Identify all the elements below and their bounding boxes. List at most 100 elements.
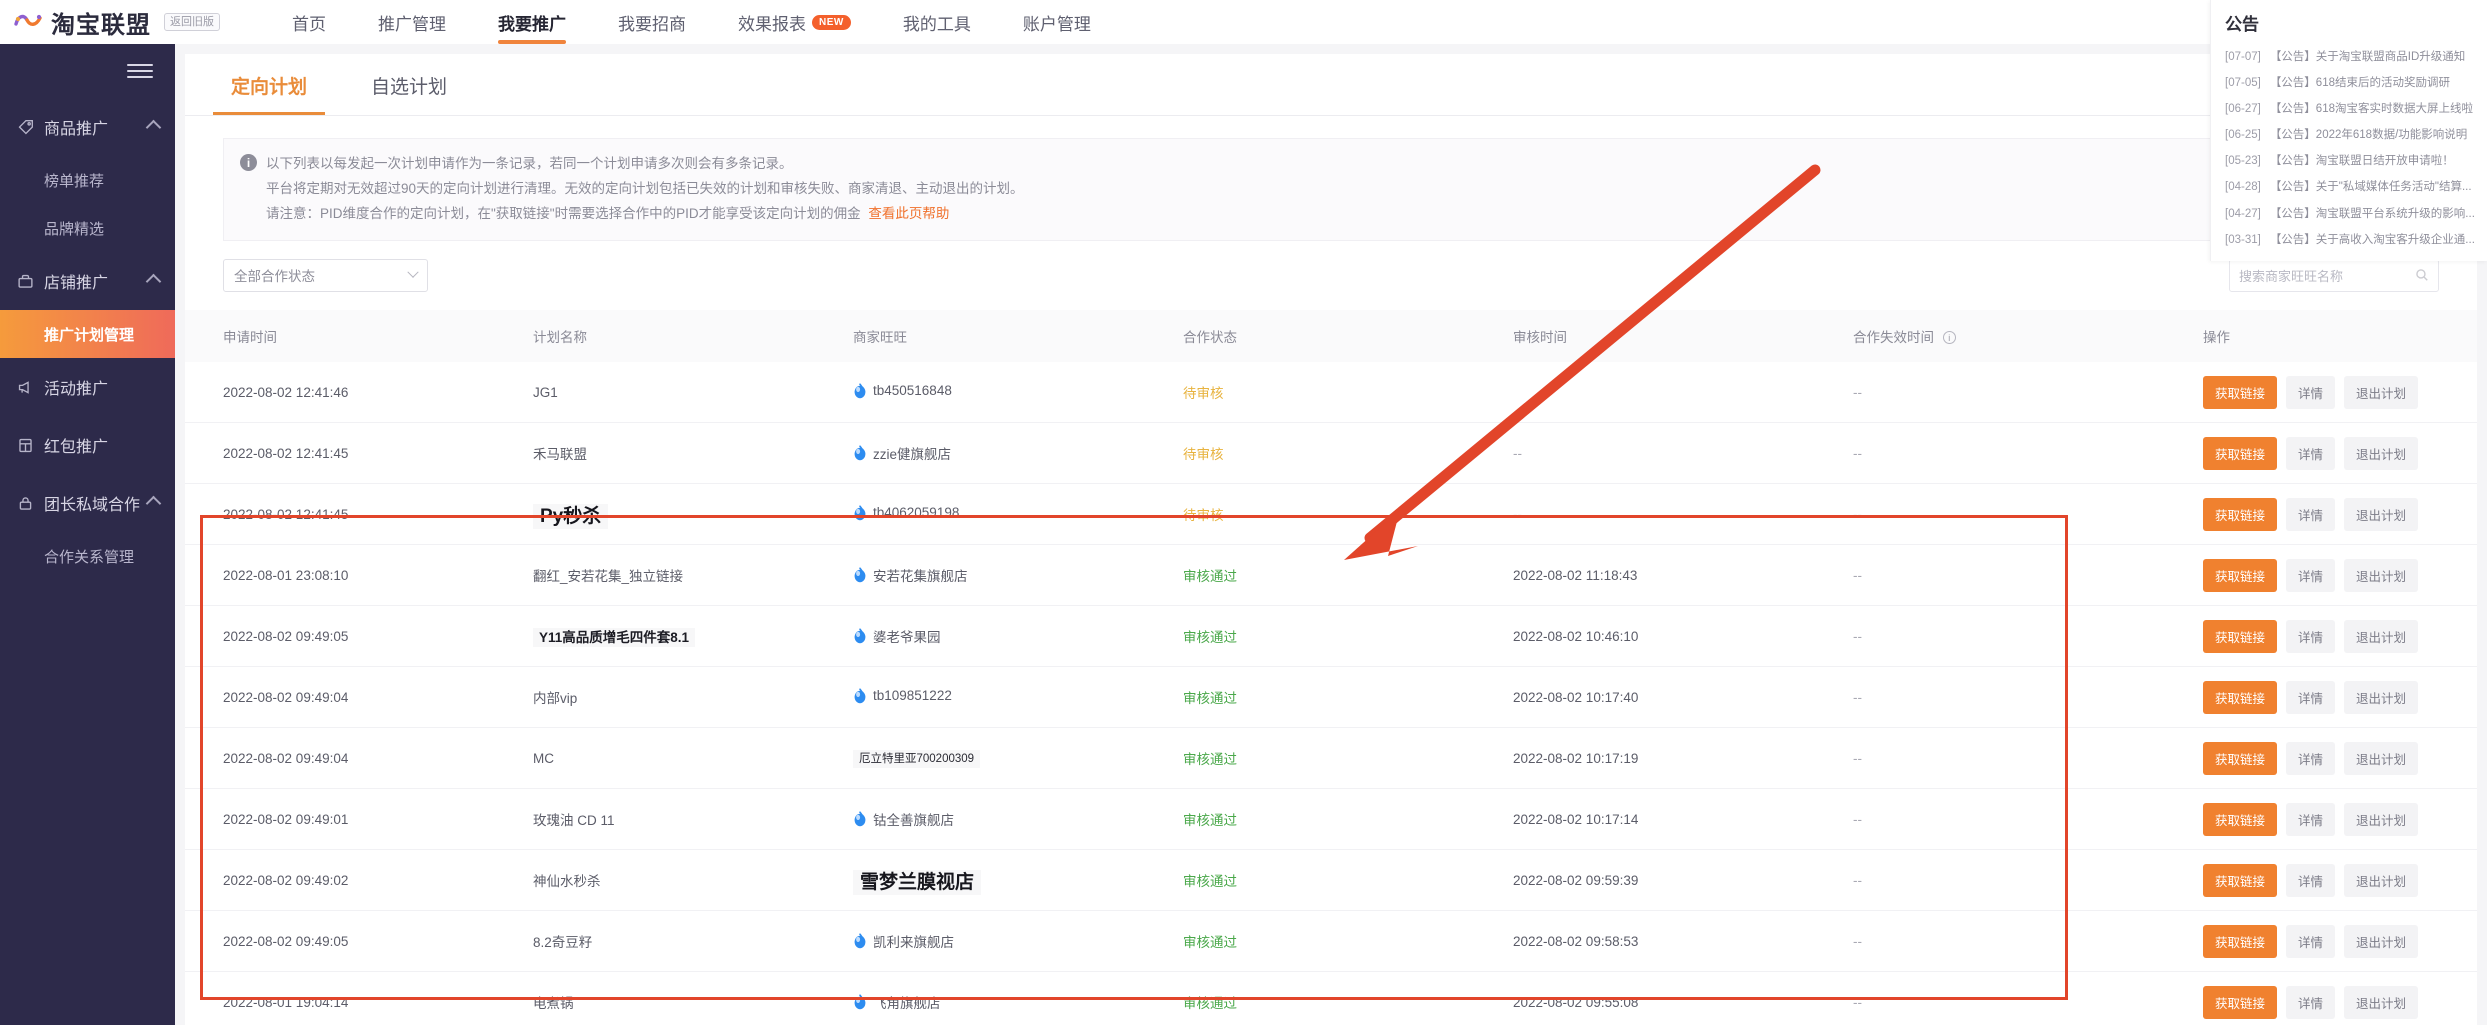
announcement-item[interactable]: [05-23] 【公告】淘宝联盟日结开放申请啦！ [2225, 148, 2487, 174]
detail-button[interactable]: 详情 [2286, 558, 2336, 592]
cell-merchant-wangwang[interactable]: 钴全善旗舰店 [853, 809, 954, 829]
quit-plan-button[interactable]: 退出计划 [2344, 863, 2419, 897]
detail-button[interactable]: 详情 [2286, 375, 2336, 409]
sidebar-item-cooperation-relationship-management[interactable]: 合作关系管理 [0, 532, 175, 580]
sidebar-item-label: 榜单推荐 [44, 172, 105, 190]
brand-logo[interactable]: 淘宝联盟 返回旧版 [14, 5, 220, 40]
sidebar-collapse-toggle[interactable] [0, 44, 175, 98]
sidebar-group-label: 团长私域合作 [44, 497, 141, 514]
sidebar-group-redpacket-promotion[interactable]: 红包推广 [0, 416, 175, 474]
shop-icon [14, 273, 36, 290]
get-link-button[interactable]: 获取链接 [2203, 924, 2278, 958]
content-card: 定向计划 自选计划 i 以下列表以每发起一次计划申请作为一条记录，若同一个计划申… [185, 54, 2477, 1025]
quit-plan-button[interactable]: 退出计划 [2344, 619, 2419, 653]
detail-button[interactable]: 详情 [2286, 436, 2336, 470]
announcement-item[interactable]: [04-27] 【公告】淘宝联盟平台系统升级的影响... [2225, 201, 2487, 227]
quit-plan-button[interactable]: 退出计划 [2344, 558, 2419, 592]
sidebar-group-activity-promotion[interactable]: 活动推广 [0, 358, 175, 416]
detail-button[interactable]: 详情 [2286, 802, 2336, 836]
quit-plan-button[interactable]: 退出计划 [2344, 985, 2419, 1019]
detail-button[interactable]: 详情 [2286, 741, 2336, 775]
sidebar-group-shop-promotion[interactable]: 店铺推广 [0, 252, 175, 310]
get-link-button[interactable]: 获取链接 [2203, 497, 2278, 531]
detail-button[interactable]: 详情 [2286, 497, 2336, 531]
detail-button[interactable]: 详情 [2286, 863, 2336, 897]
cell-apply-time: 2022-08-02 12:41:46 [185, 361, 515, 424]
quit-plan-button[interactable]: 退出计划 [2344, 375, 2419, 409]
nav-item-my-tools[interactable]: 我的工具 [877, 0, 997, 44]
nav-item-account-management[interactable]: 账户管理 [997, 0, 1117, 44]
table-row: 2022-08-02 09:49:02 神仙水秒杀 雪梦兰膜视店 审核通过 2022-0… [185, 849, 2477, 912]
tab-optional-plan[interactable]: 自选计划 [363, 72, 455, 115]
announcement-item[interactable]: [06-27] 【公告】618淘宝客实时数据大屏上线啦 [2225, 96, 2487, 122]
get-link-button[interactable]: 获取链接 [2203, 436, 2278, 470]
nav-item-promotion-management[interactable]: 推广管理 [352, 0, 472, 44]
announcement-item[interactable]: [07-07] 【公告】关于淘宝联盟商品ID升级通知 [2225, 44, 2487, 70]
get-link-button[interactable]: 获取链接 [2203, 558, 2278, 592]
sidebar-group-leader-private-domain[interactable]: 团长私域合作 [0, 474, 175, 532]
sidebar-item-brand-selection[interactable]: 品牌精选 [0, 204, 175, 252]
nav-item-effect-report[interactable]: 效果报表 NEW [712, 0, 877, 44]
cooperation-status-select[interactable]: 全部合作状态 [223, 258, 428, 292]
announcement-item[interactable]: [04-28] 【公告】关于"私域媒体任务活动"结算... [2225, 174, 2487, 200]
get-link-button[interactable]: 获取链接 [2203, 863, 2278, 897]
get-link-button[interactable]: 获取链接 [2203, 375, 2278, 409]
col-plan-name: 计划名称 [515, 309, 835, 362]
announcement-panel: 公告 [07-07] 【公告】关于淘宝联盟商品ID升级通知 [07-05] 【公告】6… [2210, 0, 2487, 261]
announcement-date: [03-31] [2225, 233, 2261, 246]
tab-targeted-plan[interactable]: 定向计划 [212, 72, 326, 115]
return-old-version-button[interactable]: 返回旧版 [164, 12, 220, 32]
cell-expire-time: -- [1853, 567, 1862, 583]
cell-merchant-wangwang[interactable]: tb4062059198 [853, 505, 959, 521]
col-actions: 操作 [2185, 309, 2477, 362]
sidebar-group-product-promotion[interactable]: 商品推广 [0, 98, 175, 156]
nav-item-i-want-to-recruit[interactable]: 我要招商 [592, 0, 712, 44]
nav-item-home[interactable]: 首页 [266, 0, 352, 44]
cell-merchant-wangwang[interactable]: 凯利来旗舰店 [853, 931, 954, 951]
cell-merchant-wangwang[interactable]: 飞角旗舰店 [853, 992, 941, 1012]
quit-plan-button[interactable]: 退出计划 [2344, 924, 2419, 958]
cell-merchant-wangwang[interactable]: tb450516848 [853, 383, 952, 399]
merchant-search-input[interactable]: 搜索商家旺旺名称 [2229, 258, 2439, 292]
cell-merchant-wangwang[interactable]: 雪梦兰膜视店 [853, 869, 982, 895]
detail-button[interactable]: 详情 [2286, 924, 2336, 958]
detail-button[interactable]: 详情 [2286, 619, 2336, 653]
get-link-button[interactable]: 获取链接 [2203, 985, 2278, 1019]
wangwang-icon [853, 994, 867, 1010]
sidebar-item-ranking-recommend[interactable]: 榜单推荐 [0, 156, 175, 204]
quit-plan-button[interactable]: 退出计划 [2344, 802, 2419, 836]
row-actions: 获取链接 详情 退出计划 [2203, 680, 2477, 714]
detail-button[interactable]: 详情 [2286, 680, 2336, 714]
announcement-item[interactable]: [06-25] 【公告】2022年618数据/功能影响说明 [2225, 122, 2487, 148]
announcement-item[interactable]: [03-31] 【公告】关于高收入淘宝客升级企业通... [2225, 227, 2487, 253]
cell-audit-time: 2022-08-02 10:17:19 [1513, 750, 1639, 766]
get-link-button[interactable]: 获取链接 [2203, 680, 2278, 714]
cell-merchant-wangwang[interactable]: tb109851222 [853, 688, 952, 704]
notice-help-link[interactable]: 查看此页帮助 [868, 206, 949, 221]
search-icon[interactable] [2415, 268, 2429, 282]
detail-button[interactable]: 详情 [2286, 985, 2336, 1019]
announcement-text: 【公告】淘宝联盟平台系统升级的影响... [2269, 207, 2475, 220]
wangwang-icon [853, 567, 867, 583]
row-actions: 获取链接 详情 退出计划 [2203, 924, 2477, 958]
promotion-plan-table: 申请时间 计划名称 商家旺旺 合作状态 审核时间 合作失效时间 i 操作 202… [185, 309, 2477, 1025]
nav-label: 我的工具 [902, 14, 971, 34]
announcement-item[interactable]: [07-05] 【公告】618结束后的活动奖励调研 [2225, 70, 2487, 96]
cell-merchant-wangwang[interactable]: 厄立特里亚700200309 [853, 750, 981, 769]
cell-merchant-wangwang[interactable]: 婆老爷果园 [853, 626, 941, 646]
info-icon[interactable]: i [1942, 331, 1956, 345]
cell-merchant-wangwang[interactable]: 安若花集旗舰店 [853, 565, 968, 585]
sidebar-item-promotion-plan-management[interactable]: 推广计划管理 [0, 310, 175, 358]
quit-plan-button[interactable]: 退出计划 [2344, 436, 2419, 470]
quit-plan-button[interactable]: 退出计划 [2344, 680, 2419, 714]
notice-line-1: 以下列表以每发起一次计划申请作为一条记录，若同一个计划申请多次则会有多条记录。 [266, 156, 793, 171]
cell-expire-time: -- [1853, 445, 1862, 461]
quit-plan-button[interactable]: 退出计划 [2344, 497, 2419, 531]
get-link-button[interactable]: 获取链接 [2203, 741, 2278, 775]
get-link-button[interactable]: 获取链接 [2203, 802, 2278, 836]
nav-item-i-want-to-promote[interactable]: 我要推广 [472, 0, 592, 44]
cell-expire-time: -- [1853, 506, 1862, 522]
quit-plan-button[interactable]: 退出计划 [2344, 741, 2419, 775]
get-link-button[interactable]: 获取链接 [2203, 619, 2278, 653]
cell-merchant-wangwang[interactable]: zzie健旗舰店 [853, 443, 951, 463]
